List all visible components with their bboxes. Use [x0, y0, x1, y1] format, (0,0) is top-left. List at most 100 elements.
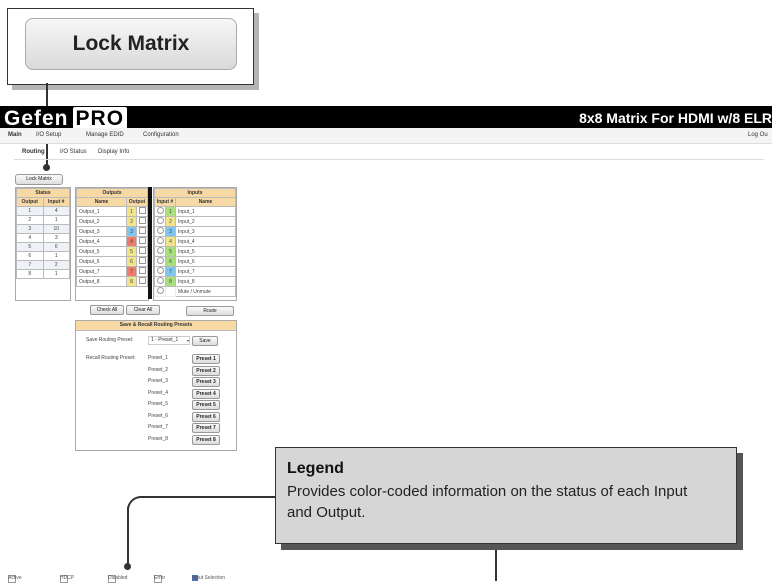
output-checkbox[interactable]: [138, 217, 146, 224]
mute-radio[interactable]: [156, 287, 164, 294]
save-preset-button[interactable]: Save: [192, 336, 218, 346]
output-checkbox[interactable]: [138, 237, 146, 244]
input-row: 6 Input_6: [154, 256, 236, 267]
recall-preset-button[interactable]: Preset 1: [192, 354, 220, 364]
input-radio[interactable]: [156, 227, 164, 234]
tab-io-status[interactable]: I/O Status: [60, 149, 87, 155]
clear-all-button[interactable]: Clear All: [126, 305, 160, 315]
input-row: 4 Input_4: [154, 236, 236, 247]
menu-item-configuration[interactable]: Configuration: [143, 132, 179, 138]
input-name-cell: Input_7: [175, 266, 236, 277]
inputs-table: Inputs Input # Name 1 Input_1 2 Input_2 3 Inpu…: [154, 188, 236, 297]
status-col-output: Output: [16, 197, 44, 207]
output-name-cell: Output_1: [76, 206, 127, 217]
output-checkbox[interactable]: [138, 207, 146, 214]
input-radio[interactable]: [156, 257, 164, 264]
output-name-cell: Output_6: [76, 256, 127, 267]
input-number-cell: 6: [165, 256, 176, 267]
subtab-divider: [14, 159, 764, 160]
status-input-cell: 6: [42, 242, 70, 252]
input-row: 8 Input_8: [154, 276, 236, 287]
callout-leader-dot: [43, 164, 50, 171]
recall-preset-button[interactable]: Preset 8: [192, 434, 220, 445]
output-row: Output_7 7: [76, 266, 148, 277]
menu-item-io-setup[interactable]: I/O Setup: [36, 132, 61, 138]
legend-title: Legend: [287, 460, 344, 477]
outputs-col-name: Name: [76, 197, 127, 207]
menu-item-manage-edid[interactable]: Manage EDID: [86, 132, 124, 138]
status-input-cell: 10: [42, 224, 70, 234]
output-number-cell: 7: [126, 266, 137, 277]
input-name-cell: Input_4: [175, 236, 236, 247]
status-table: Status Output Input # 1 4 2 1 3 10 4 3 5 6 6 1 7 2 8 1: [16, 188, 70, 279]
input-radio[interactable]: [156, 237, 164, 244]
preset-name: Preset_3: [148, 378, 169, 384]
status-legend-bar: Active HDCP Disabled Error Input Selecti…: [8, 575, 226, 583]
output-checkbox[interactable]: [138, 267, 146, 274]
status-row: 56: [16, 242, 70, 252]
output-checkbox[interactable]: [138, 277, 146, 284]
recall-preset-button[interactable]: Preset 5: [192, 400, 220, 410]
recall-preset-button[interactable]: Preset 6: [192, 411, 220, 422]
output-number-cell: 6: [126, 256, 137, 267]
preset-name: Preset_2: [148, 366, 169, 373]
inputs-panel: Inputs Input # Name 1 Input_1 2 Input_2 3 Inpu…: [153, 187, 237, 301]
input-radio[interactable]: [156, 247, 164, 254]
status-output-cell: 7: [16, 260, 44, 270]
output-row: Output_8 8: [76, 276, 148, 287]
input-radio[interactable]: [156, 217, 164, 224]
tab-routing[interactable]: Routing: [22, 149, 45, 155]
input-row: 5 Input_5: [154, 246, 236, 257]
logout-link[interactable]: Log Ou: [748, 132, 768, 138]
preset-name: Preset_1: [148, 355, 169, 361]
output-row: Output_3 3: [76, 226, 148, 237]
recall-preset-button[interactable]: Preset 7: [192, 423, 220, 433]
legend-description: Provides color-coded information on the …: [287, 483, 688, 521]
status-row: 14: [16, 206, 70, 216]
input-radio[interactable]: [156, 277, 164, 284]
output-checkbox[interactable]: [138, 257, 146, 264]
input-radio[interactable]: [156, 267, 164, 274]
output-row: Output_5 5: [76, 246, 148, 257]
output-name-cell: Output_7: [76, 266, 127, 277]
check-all-button[interactable]: Check All: [90, 305, 124, 315]
preset-name: Preset_5: [148, 401, 169, 407]
input-row: 7 Input_7: [154, 266, 236, 277]
save-preset-select[interactable]: 1 - Preset_1 ▾: [148, 336, 190, 345]
lock-matrix-button-zoomed[interactable]: Lock Matrix: [25, 18, 237, 70]
outputs-panel: Outputs Name Output Output_1 1 Output_2 2 Out…: [75, 187, 149, 301]
preset-name: Preset_7: [148, 424, 169, 430]
lock-matrix-button[interactable]: Lock Matrix: [15, 174, 63, 185]
status-row: 21: [16, 215, 70, 225]
recall-preset-button[interactable]: Preset 2: [192, 365, 220, 376]
menu-item-main[interactable]: Main: [8, 132, 22, 138]
status-output-cell: 1: [16, 206, 44, 216]
tab-display-info[interactable]: Display Info: [98, 149, 129, 155]
input-number-cell: 7: [165, 266, 176, 277]
output-checkbox[interactable]: [138, 227, 146, 234]
recall-preset-label: Recall Routing Preset:: [86, 355, 136, 361]
input-number-cell: 3: [165, 226, 176, 237]
app-title: 8x8 Matrix For HDMI w/8 ELR: [579, 110, 772, 126]
recall-preset-button[interactable]: Preset 3: [192, 377, 220, 387]
chevron-down-icon: ▾: [186, 338, 189, 343]
output-number-cell: 8: [126, 276, 137, 287]
output-checkbox[interactable]: [138, 247, 146, 254]
input-name-cell: Input_5: [175, 246, 236, 257]
route-button[interactable]: Route: [186, 306, 234, 316]
status-input-cell: 2: [42, 260, 70, 270]
input-name-cell: Input_3: [175, 226, 236, 237]
output-row: Output_6 6: [76, 256, 148, 267]
status-output-cell: 3: [16, 224, 44, 234]
input-radio[interactable]: [156, 207, 164, 214]
input-number-cell: 1: [165, 206, 176, 217]
input-number-cell: 5: [165, 246, 176, 257]
inputs-col-number: Input #: [154, 197, 176, 207]
recall-preset-button[interactable]: Preset 4: [192, 388, 220, 399]
input-number-cell: 2: [165, 216, 176, 227]
status-output-cell: 2: [16, 215, 44, 225]
input-name-cell: Input_6: [175, 256, 236, 267]
status-output-cell: 6: [16, 251, 44, 261]
main-menu: Main I/O Setup Manage EDID Configuration…: [0, 128, 772, 144]
status-output-cell: 8: [16, 269, 44, 279]
